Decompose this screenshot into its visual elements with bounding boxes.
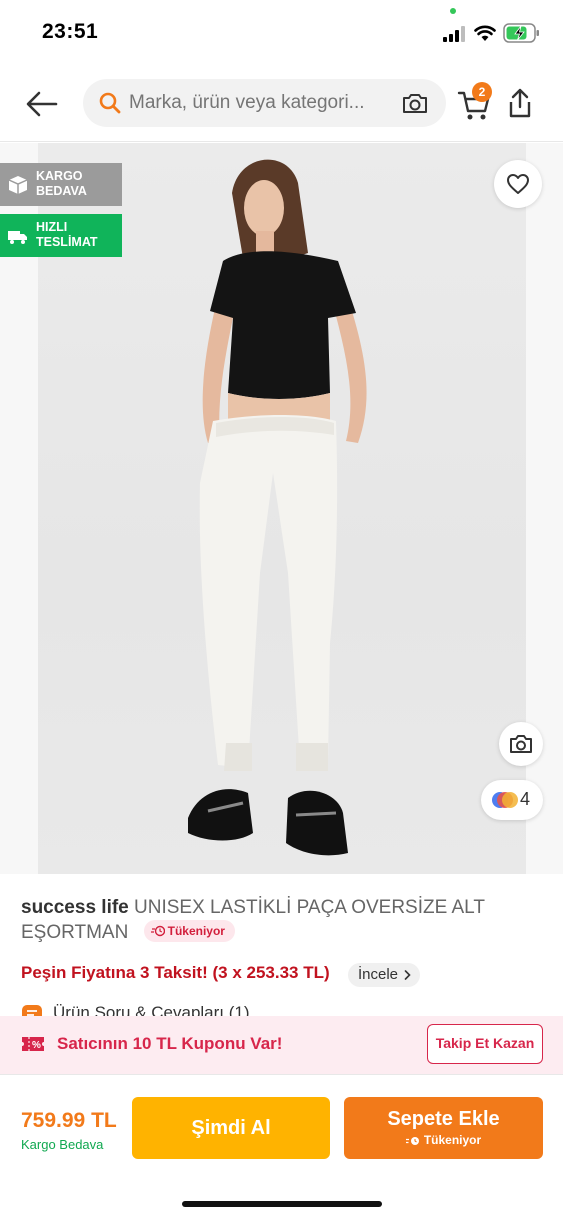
top-navigation-bar: 2 [0, 70, 563, 142]
qa-text: Ürün Soru & Cevapları (1) [53, 1003, 250, 1016]
badge-line: TESLİMAT [36, 235, 98, 249]
camera-indicator-dot [450, 8, 456, 14]
badge-line: HIZLI [36, 220, 68, 234]
add-to-cart-stock-note: Tükeniyor [344, 1133, 543, 1147]
customer-photos-button[interactable]: 4 [481, 780, 543, 820]
brand-name[interactable]: success life [21, 897, 129, 918]
share-icon[interactable] [507, 87, 533, 119]
buy-now-button[interactable]: Şimdi Al [132, 1097, 330, 1159]
camera-icon [510, 735, 532, 753]
wifi-icon [474, 25, 496, 41]
status-time: 23:51 [42, 20, 99, 43]
free-shipping-note: Kargo Bedava [21, 1137, 104, 1152]
badge-line: KARGO [36, 169, 83, 183]
cart-count-badge: 2 [472, 82, 492, 102]
fast-delivery-badge: HIZLI TESLİMAT [0, 214, 122, 257]
home-indicator[interactable] [182, 1201, 382, 1207]
favorite-button[interactable] [494, 160, 542, 208]
inspect-button[interactable]: İncele [348, 963, 421, 987]
low-stock-badge: Tükeniyor [143, 919, 235, 942]
bottom-purchase-bar: 759.99 TL Kargo Bedava Şimdi Al Sepete E… [0, 1074, 563, 1218]
signal-icon [443, 26, 465, 42]
search-icon [99, 92, 121, 114]
clock-icon [150, 925, 165, 937]
coupon-text: Satıcının 10 TL Kuponu Var! [57, 1034, 283, 1053]
chat-bubble-icon [22, 1005, 42, 1016]
customer-photos-icon [492, 792, 518, 808]
product-title: success life UNISEX LASTİKLİ PAÇA OVERSİ… [21, 895, 541, 945]
back-arrow-icon[interactable] [24, 88, 60, 120]
follow-and-earn-button[interactable]: Takip Et Kazan [427, 1024, 543, 1064]
product-qa-link[interactable]: Ürün Soru & Cevapları (1) [21, 1000, 541, 1016]
search-bar[interactable] [83, 79, 446, 127]
heart-icon [507, 174, 529, 194]
truck-icon [8, 231, 27, 244]
add-to-cart-label: Sepete Ekle [387, 1108, 500, 1130]
svg-text:%: % [32, 1040, 41, 1051]
search-input[interactable] [129, 79, 399, 127]
chevron-right-icon [404, 970, 411, 980]
clock-icon [405, 1136, 419, 1145]
add-to-cart-button[interactable]: Sepete Ekle Tükeniyor [344, 1097, 543, 1159]
low-stock-text: Tükeniyor [167, 923, 225, 938]
coupon-icon: % [22, 1037, 44, 1051]
free-shipping-badge: KARGO BEDAVA [0, 163, 122, 206]
status-bar: 23:51 [0, 0, 563, 70]
inspect-label: İncele [358, 966, 399, 983]
battery-charging-icon [503, 23, 539, 43]
coupon-banner: % Satıcının 10 TL Kuponu Var! Takip Et K… [0, 1016, 563, 1074]
add-to-cart-stock-text: Tükeniyor [423, 1133, 482, 1147]
box-icon [8, 176, 28, 194]
badge-line: BEDAVA [36, 184, 87, 198]
similar-products-camera-button[interactable] [499, 722, 543, 766]
customer-photos-count: 4 [520, 789, 531, 809]
product-price: 759.99 TL [21, 1109, 117, 1132]
installment-info: Peşin Fiyatına 3 Taksit! (3 x 253.33 TL) [21, 963, 330, 982]
camera-search-icon[interactable] [401, 91, 429, 115]
